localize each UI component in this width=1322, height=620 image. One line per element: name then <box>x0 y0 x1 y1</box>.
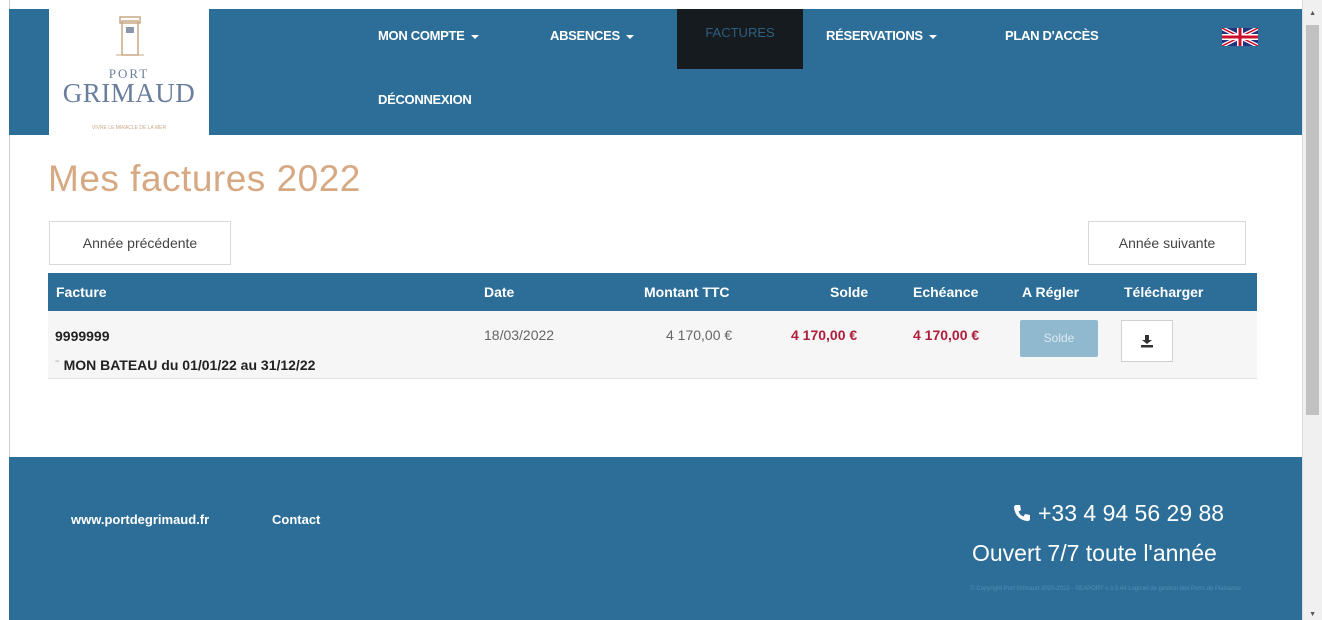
nav-factures[interactable]: FACTURES <box>677 9 803 69</box>
logo-tagline: VIVRE LE MIRACLE DE LA MER <box>91 125 167 131</box>
download-invoice-button[interactable] <box>1121 320 1173 362</box>
uk-flag-icon[interactable] <box>1222 28 1258 46</box>
opening-hours: Ouvert 7/7 toute l'année <box>972 540 1217 566</box>
column-header-date: Date <box>484 284 515 300</box>
download-icon <box>1141 335 1153 348</box>
invoice-date: 18/03/2022 <box>484 327 555 343</box>
tower-icon <box>116 16 144 56</box>
pay-balance-button[interactable]: Solde <box>1020 320 1098 357</box>
caret-down-icon <box>625 34 634 39</box>
nav-absences-label: ABSENCES <box>550 28 620 43</box>
invoice-description: ˉ MON BATEAU du 01/01/22 au 31/12/22 <box>55 357 315 373</box>
nav-factures-label: FACTURES <box>705 25 775 40</box>
scrollbar-thumb[interactable] <box>1306 25 1319 415</box>
invoice-balance: 4 170,00 € <box>791 327 858 343</box>
invoice-amount: 4 170,00 € <box>666 327 733 343</box>
column-header-telecharger: Télécharger <box>1124 284 1204 300</box>
phone-icon <box>1014 505 1030 521</box>
column-header-a-regler: A Régler <box>1022 284 1080 300</box>
scroll-down-arrow-icon[interactable]: ▼ <box>1309 611 1316 618</box>
phone-number[interactable]: +33 4 94 56 29 88 <box>1012 500 1224 527</box>
nav-plan-acces[interactable]: PLAN D'ACCÈS <box>1005 28 1099 43</box>
invoice-due: 4 170,00 € <box>913 327 980 343</box>
invoice-number: 9999999 <box>55 328 110 344</box>
nav-deconnexion[interactable]: DÉCONNEXION <box>378 92 472 107</box>
scroll-up-arrow-icon[interactable]: ▲ <box>1309 10 1316 17</box>
site-footer <box>9 457 1303 620</box>
logo-name-text: GRIMAUD <box>62 78 196 108</box>
column-header-facture: Facture <box>56 284 107 300</box>
nav-reservations[interactable]: RÉSERVATIONS <box>826 28 937 43</box>
nav-mon-compte-label: MON COMPTE <box>378 28 465 43</box>
column-header-montant: Montant TTC <box>644 284 730 300</box>
caret-down-icon <box>928 34 937 39</box>
column-header-echeance: Echéance <box>913 284 979 300</box>
website-link[interactable]: www.portdegrimaud.fr <box>71 512 209 527</box>
phone-number-text: +33 4 94 56 29 88 <box>1038 500 1225 526</box>
nav-mon-compte[interactable]: MON COMPTE <box>378 28 479 43</box>
previous-year-button[interactable]: Année précédente <box>49 221 231 265</box>
bullet-mark: ˉ <box>55 357 64 373</box>
next-year-button[interactable]: Année suivante <box>1088 221 1246 265</box>
nav-reservations-label: RÉSERVATIONS <box>826 28 923 43</box>
nav-absences[interactable]: ABSENCES <box>550 28 634 43</box>
copyright-text: © Copyright Port Grimaud 2020-2022 - SEA… <box>970 586 1241 592</box>
page-title: Mes factures 2022 <box>48 158 361 199</box>
caret-down-icon <box>470 34 479 39</box>
column-header-solde: Solde <box>830 284 869 300</box>
window-top-edge <box>0 0 1322 9</box>
contact-link[interactable]: Contact <box>272 512 320 527</box>
invoice-description-text: MON BATEAU du 01/01/22 au 31/12/22 <box>63 357 316 373</box>
